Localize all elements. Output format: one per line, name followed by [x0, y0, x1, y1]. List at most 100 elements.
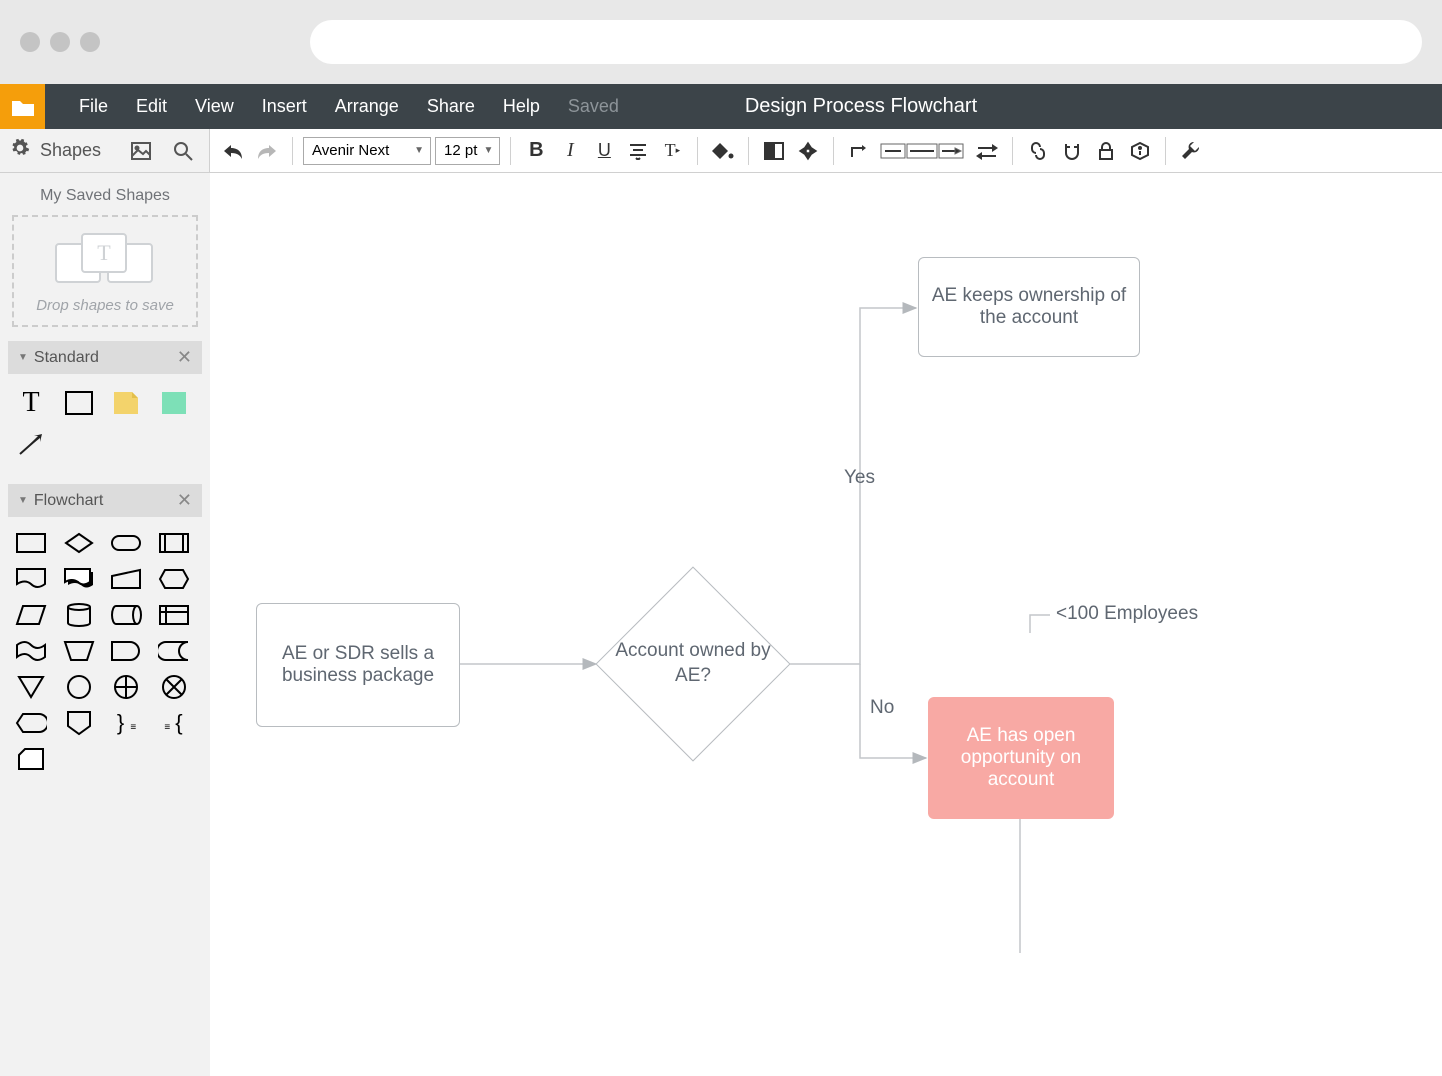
line-style-picker[interactable] — [878, 136, 968, 166]
fc-connector[interactable] — [62, 673, 96, 701]
block-shape[interactable] — [157, 386, 191, 420]
menu-view[interactable]: View — [181, 96, 248, 117]
traffic-max-icon[interactable] — [80, 32, 100, 52]
fc-multidoc[interactable] — [62, 565, 96, 593]
redo-button[interactable] — [252, 136, 282, 166]
fc-or[interactable] — [109, 673, 143, 701]
arrow-shape[interactable] — [14, 428, 48, 462]
formatting-toolbar: Avenir Next 12 pt B I U T▸ — [210, 129, 1442, 172]
undo-button[interactable] — [218, 136, 248, 166]
traffic-min-icon[interactable] — [50, 32, 70, 52]
fc-rbrace[interactable]: } ≡ — [109, 709, 143, 737]
traffic-close-icon[interactable] — [20, 32, 40, 52]
fc-database[interactable] — [62, 601, 96, 629]
standard-shapes: T — [0, 374, 210, 474]
fc-terminator[interactable] — [109, 529, 143, 557]
wrench-button[interactable] — [1176, 136, 1206, 166]
lock-button[interactable] — [1091, 136, 1121, 166]
node-decision[interactable]: Account owned by AE? — [596, 567, 790, 761]
underline-button[interactable]: U — [589, 136, 619, 166]
fc-delay[interactable] — [109, 637, 143, 665]
collapse-icon: ▼ — [18, 495, 28, 506]
fc-merge[interactable] — [14, 673, 48, 701]
rect-shape[interactable] — [62, 386, 96, 420]
close-icon[interactable]: ✕ — [177, 347, 192, 368]
magnet-button[interactable] — [1057, 136, 1087, 166]
fc-lbrace[interactable]: ≡ { — [157, 709, 191, 737]
browser-chrome — [0, 0, 1442, 84]
fc-card[interactable] — [14, 745, 48, 773]
link-button[interactable] — [1023, 136, 1053, 166]
app-frame: File Edit View Insert Arrange Share Help… — [0, 84, 1442, 1076]
diagram-canvas[interactable]: AE or SDR sells a business package Accou… — [210, 173, 1442, 1076]
fc-display[interactable] — [14, 709, 48, 737]
panel-title: Flowchart — [34, 492, 177, 510]
fc-internalstorage[interactable] — [157, 601, 191, 629]
close-icon[interactable]: ✕ — [177, 490, 192, 511]
node-no-outcome[interactable]: AE has open opportunity on account — [928, 697, 1114, 819]
menu-file[interactable]: File — [65, 96, 122, 117]
collapse-icon: ▼ — [18, 352, 28, 363]
panel-title: Standard — [34, 349, 177, 367]
annotation-label: <100 Employees — [1056, 603, 1198, 625]
font-size-select[interactable]: 12 pt — [435, 137, 500, 165]
swap-ends-button[interactable] — [972, 136, 1002, 166]
border-width-button[interactable] — [759, 136, 789, 166]
image-icon[interactable] — [125, 135, 157, 167]
shapes-sidebar: My Saved Shapes T Drop shapes to save ▼ … — [0, 173, 210, 1076]
fc-storeddata[interactable] — [157, 637, 191, 665]
shapes-label: Shapes — [40, 140, 115, 161]
node-text: AE keeps ownership of the account — [929, 285, 1129, 329]
fc-preparation[interactable] — [157, 565, 191, 593]
menubar: File Edit View Insert Arrange Share Help… — [0, 84, 1442, 129]
saved-shapes-dropzone[interactable]: My Saved Shapes T Drop shapes to save — [12, 187, 198, 327]
saved-shapes-title: My Saved Shapes — [12, 187, 198, 205]
search-icon[interactable] — [167, 135, 199, 167]
line-elbow-button[interactable] — [844, 136, 874, 166]
italic-button[interactable]: I — [555, 136, 585, 166]
main-area: My Saved Shapes T Drop shapes to save ▼ … — [0, 173, 1442, 1076]
standard-panel-header[interactable]: ▼ Standard ✕ — [8, 341, 202, 374]
fc-predefined[interactable] — [157, 529, 191, 557]
fc-manualop[interactable] — [62, 637, 96, 665]
node-text: AE has open opportunity on account — [938, 725, 1104, 791]
document-title[interactable]: Design Process Flowchart — [745, 95, 977, 118]
app-logo-icon[interactable] — [0, 84, 45, 129]
align-button[interactable] — [623, 136, 653, 166]
fc-offpage[interactable] — [62, 709, 96, 737]
menu-share[interactable]: Share — [413, 96, 489, 117]
menu-insert[interactable]: Insert — [248, 96, 321, 117]
node-text: AE or SDR sells a business package — [267, 643, 449, 687]
font-family-select[interactable]: Avenir Next — [303, 137, 431, 165]
fc-manualinput[interactable] — [109, 565, 143, 593]
info-button[interactable] — [1125, 136, 1155, 166]
text-options-button[interactable]: T▸ — [657, 136, 687, 166]
menu-items: File Edit View Insert Arrange Share Help… — [65, 96, 633, 117]
bold-button[interactable]: B — [521, 136, 551, 166]
flowchart-shapes: } ≡ ≡ { — [0, 517, 210, 785]
menu-arrange[interactable]: Arrange — [321, 96, 413, 117]
gear-icon[interactable] — [10, 138, 30, 163]
node-yes-outcome[interactable]: AE keeps ownership of the account — [918, 257, 1140, 357]
menu-help[interactable]: Help — [489, 96, 554, 117]
drop-hint: Drop shapes to save — [36, 297, 174, 314]
fc-decision[interactable] — [62, 529, 96, 557]
fc-papertape[interactable] — [14, 637, 48, 665]
fc-document[interactable] — [14, 565, 48, 593]
fill-button[interactable] — [708, 136, 738, 166]
url-bar[interactable] — [310, 20, 1422, 64]
fc-process[interactable] — [14, 529, 48, 557]
note-shape[interactable] — [109, 386, 143, 420]
fc-data[interactable] — [14, 601, 48, 629]
edge-label-no: No — [870, 697, 894, 719]
menu-edit[interactable]: Edit — [122, 96, 181, 117]
shapes-panel-header: Shapes — [0, 129, 210, 172]
fc-directdata[interactable] — [109, 601, 143, 629]
library-icon: T — [55, 233, 155, 287]
node-start[interactable]: AE or SDR sells a business package — [256, 603, 460, 727]
save-status: Saved — [554, 96, 633, 117]
text-shape[interactable]: T — [14, 386, 48, 420]
position-button[interactable] — [793, 136, 823, 166]
flowchart-panel-header[interactable]: ▼ Flowchart ✕ — [8, 484, 202, 517]
fc-sumjunction[interactable] — [157, 673, 191, 701]
